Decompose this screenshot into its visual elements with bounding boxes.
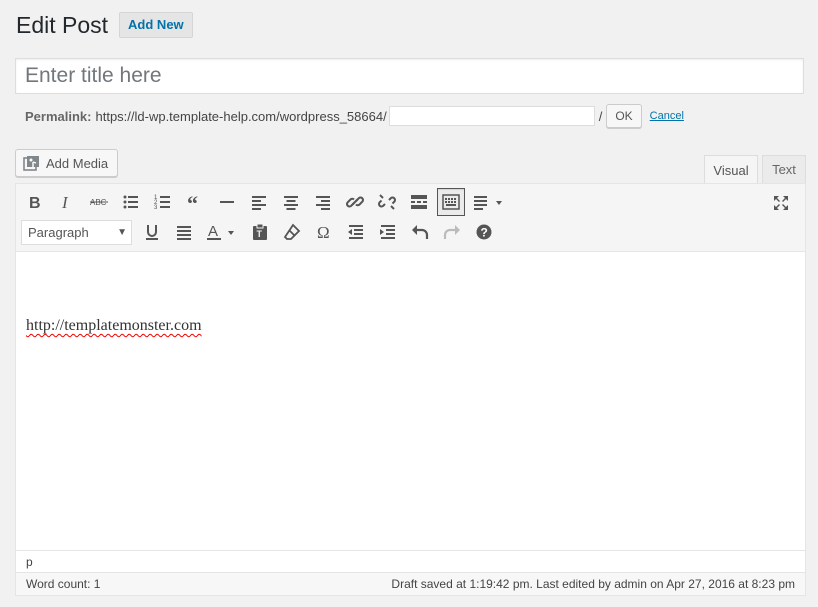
add-media-label: Add Media — [46, 155, 109, 171]
media-icon — [23, 156, 39, 171]
align-left-icon[interactable] — [245, 188, 273, 216]
bold-icon[interactable]: B — [21, 188, 49, 216]
permalink-slash: / — [598, 108, 603, 124]
page-header: Edit Post Add New — [16, 10, 193, 40]
permalink-ok-button[interactable]: OK — [606, 104, 642, 128]
status-bar: Word count: 1 Draft saved at 1:19:42 pm.… — [16, 572, 805, 595]
help-icon[interactable]: ? — [470, 218, 498, 246]
horizontal-line-icon[interactable] — [213, 188, 241, 216]
editor-paragraph[interactable]: http://templatemonster.com — [26, 317, 202, 335]
permalink-slug-input[interactable] — [388, 106, 595, 126]
text-color-icon[interactable]: A — [202, 218, 242, 246]
justify-icon[interactable] — [170, 218, 198, 246]
remove-link-icon[interactable] — [373, 188, 401, 216]
chevron-down-icon: ▼ — [117, 226, 127, 238]
svg-text:I: I — [61, 193, 69, 212]
permalink-row: Permalink: https://ld-wp.template-help.c… — [25, 104, 684, 128]
permalink-base-url: https://ld-wp.template-help.com/wordpres… — [95, 108, 387, 124]
editor-content-text: http://templatemonster.com — [26, 317, 202, 334]
tab-text[interactable]: Text — [762, 155, 806, 183]
align-right-icon[interactable] — [309, 188, 337, 216]
format-select[interactable]: Paragraph ▼ — [21, 219, 132, 245]
editor-content[interactable]: http://templatemonster.com — [16, 252, 805, 550]
insert-link-icon[interactable] — [341, 188, 369, 216]
tab-visual[interactable]: Visual — [704, 155, 758, 184]
strikethrough-icon[interactable]: ABC — [85, 188, 113, 216]
clear-formatting-icon[interactable] — [278, 218, 306, 246]
svg-text:“: “ — [187, 192, 198, 212]
permalink-label: Permalink: — [25, 108, 92, 124]
format-select-value: Paragraph — [28, 224, 89, 240]
italic-icon[interactable]: I — [53, 188, 81, 216]
blockquote-icon[interactable]: “ — [181, 188, 209, 216]
read-more-icon[interactable] — [405, 188, 433, 216]
page-title: Edit Post — [16, 12, 109, 38]
editor-toolbar: B I ABC 123 “ Paragraph ▼ A T Ω ? — [16, 184, 805, 252]
fullscreen-icon[interactable] — [767, 189, 795, 217]
outdent-icon[interactable] — [342, 218, 370, 246]
paste-as-text-icon[interactable]: T — [246, 218, 274, 246]
add-media-button[interactable]: Add Media — [15, 149, 118, 177]
table-align-icon[interactable] — [469, 188, 509, 216]
word-count: Word count: 1 — [26, 577, 101, 591]
svg-text:B: B — [29, 195, 41, 212]
svg-text:?: ? — [481, 226, 488, 240]
redo-icon[interactable] — [438, 218, 466, 246]
permalink-cancel-link[interactable]: Cancel — [650, 110, 684, 122]
svg-text:A: A — [208, 223, 218, 240]
element-path[interactable]: p — [26, 555, 33, 569]
toolbar-row-1: B I ABC 123 “ — [21, 187, 513, 217]
svg-text:T: T — [257, 229, 263, 239]
editor: B I ABC 123 “ Paragraph ▼ A T Ω ? http:/… — [15, 183, 806, 596]
toolbar-row-2: Paragraph ▼ A T Ω ? — [21, 217, 502, 247]
align-center-icon[interactable] — [277, 188, 305, 216]
indent-icon[interactable] — [374, 218, 402, 246]
toolbar-toggle-icon[interactable] — [437, 188, 465, 216]
bulleted-list-icon[interactable] — [117, 188, 145, 216]
svg-text:3: 3 — [154, 205, 158, 211]
title-field-wrapper — [15, 58, 804, 94]
element-path-bar: p — [16, 550, 805, 573]
svg-text:Ω: Ω — [317, 223, 330, 242]
numbered-list-icon[interactable]: 123 — [149, 188, 177, 216]
underline-icon[interactable] — [138, 218, 166, 246]
draft-saved-status: Draft saved at 1:19:42 pm. Last edited b… — [391, 577, 795, 591]
post-title-input[interactable] — [16, 59, 803, 93]
add-new-button[interactable]: Add New — [119, 12, 193, 38]
special-character-icon[interactable]: Ω — [310, 218, 338, 246]
undo-icon[interactable] — [406, 218, 434, 246]
